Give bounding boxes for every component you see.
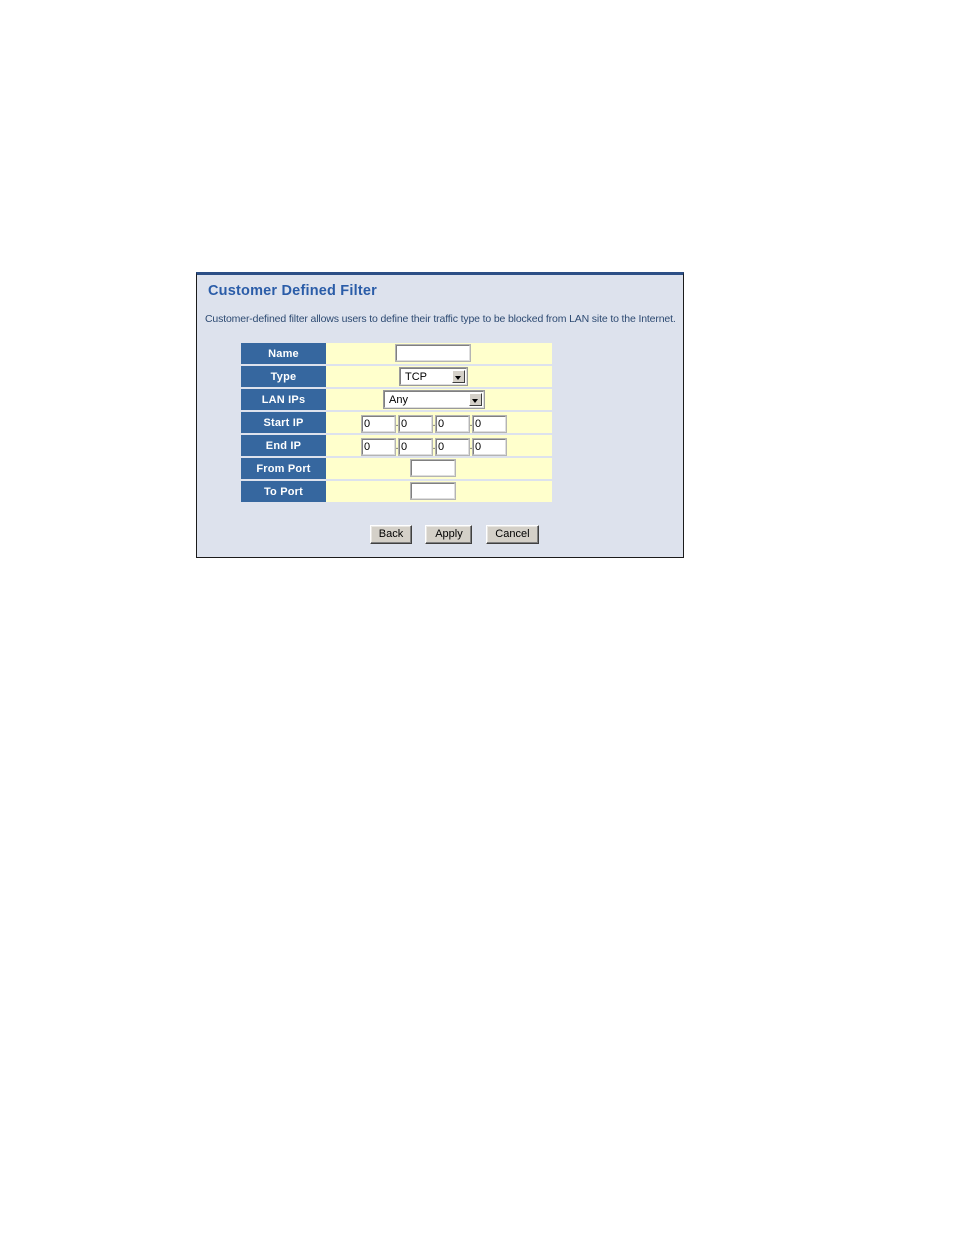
end-ip-octet-3[interactable] [435,437,470,456]
row-label-from-port: From Port [241,458,326,479]
type-select-value: TCP [405,370,427,383]
customer-defined-filter-panel: Customer Defined Filter Customer-defined… [196,272,684,558]
table-row-end-ip: End IP ... [241,435,552,456]
table-row-from-port: From Port [241,458,552,479]
row-field-end-ip: ... [326,435,552,456]
start-ip-octet-4[interactable] [472,414,507,433]
panel-description: Customer-defined filter allows users to … [205,313,676,325]
end-ip-octet-2[interactable] [398,437,433,456]
table-row-name: Name [241,343,552,364]
chevron-down-icon[interactable] [452,369,465,383]
page-title: Customer Defined Filter [208,283,377,299]
row-label-end-ip: End IP [241,435,326,456]
row-field-name [326,343,552,364]
start-ip-octet-1[interactable] [361,414,396,433]
type-select[interactable]: TCP [399,366,468,386]
table-row-to-port: To Port [241,481,552,502]
lan-ips-select[interactable]: Any [383,389,485,409]
row-field-from-port [326,458,552,479]
to-port-input[interactable] [410,482,456,501]
name-input[interactable] [395,344,471,363]
table-row-start-ip: Start IP ... [241,412,552,433]
start-ip-octet-2[interactable] [398,414,433,433]
row-label-start-ip: Start IP [241,412,326,433]
cancel-button[interactable]: Cancel [485,525,539,544]
row-field-type: TCP [326,366,552,387]
start-ip-octet-group: ... [361,414,507,433]
row-label-lan-ips: LAN IPs [241,389,326,410]
button-row: Back Apply Cancel [370,524,539,544]
row-label-type: Type [241,366,326,387]
start-ip-octet-3[interactable] [435,414,470,433]
table-row-type: Type TCP [241,366,552,387]
end-ip-octet-4[interactable] [472,437,507,456]
filter-settings-table: Name Type TCP LAN IPs Any Start IP 0 .0 … [241,341,552,504]
row-field-lan-ips: Any [326,389,552,410]
lan-ips-select-value: Any [389,393,408,406]
row-label-name: Name [241,343,326,364]
back-button[interactable]: Back [370,525,412,544]
chevron-down-icon[interactable] [469,392,482,406]
row-field-start-ip: ... [326,412,552,433]
apply-button[interactable]: Apply [425,525,473,544]
row-field-to-port [326,481,552,502]
from-port-input[interactable] [410,459,456,478]
table-row-lan-ips: LAN IPs Any [241,389,552,410]
end-ip-octet-group: ... [361,437,507,456]
row-label-to-port: To Port [241,481,326,502]
end-ip-octet-1[interactable] [361,437,396,456]
